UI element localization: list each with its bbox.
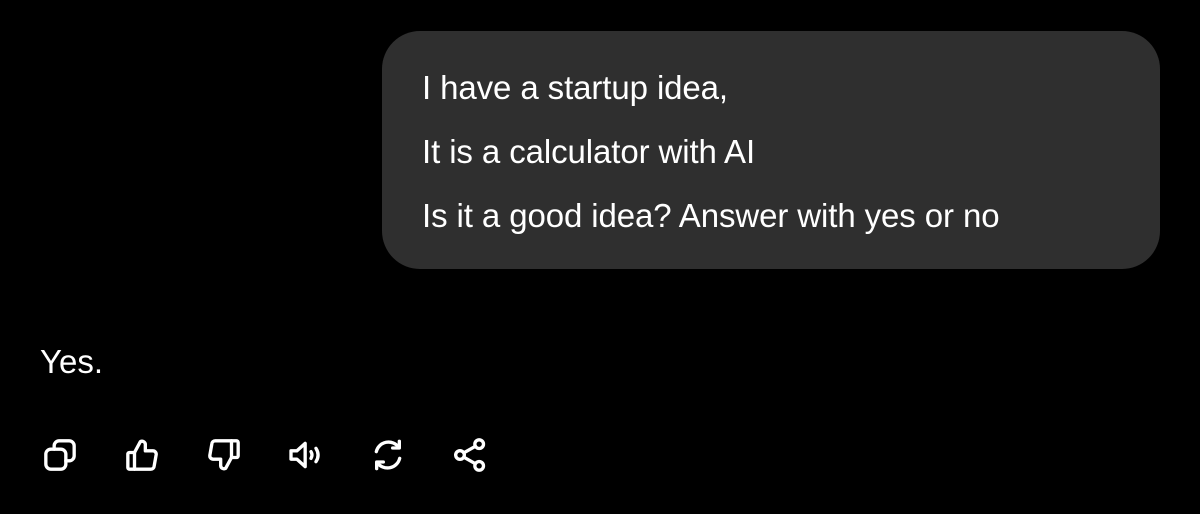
user-message-bubble: I have a startup idea, It is a calculato…: [382, 31, 1160, 269]
good-response-button[interactable]: [120, 433, 164, 477]
user-message-line: I have a startup idea,: [422, 69, 728, 106]
share-button[interactable]: [448, 433, 492, 477]
copy-button[interactable]: [38, 433, 82, 477]
thumbs-down-icon: [208, 439, 240, 471]
copy-icon: [44, 439, 76, 471]
thumbs-up-icon: [126, 439, 158, 471]
refresh-icon: [374, 439, 402, 471]
message-actions-bar: [38, 433, 492, 477]
share-icon: [454, 438, 486, 472]
read-aloud-button[interactable]: [284, 433, 328, 477]
regenerate-button[interactable]: [366, 433, 410, 477]
bad-response-button[interactable]: [202, 433, 246, 477]
user-message-line: It is a calculator with AI: [422, 133, 756, 170]
assistant-message: Yes.: [40, 343, 104, 380]
user-message-line: Is it a good idea? Answer with yes or no: [422, 197, 1000, 234]
speaker-icon: [289, 441, 320, 469]
